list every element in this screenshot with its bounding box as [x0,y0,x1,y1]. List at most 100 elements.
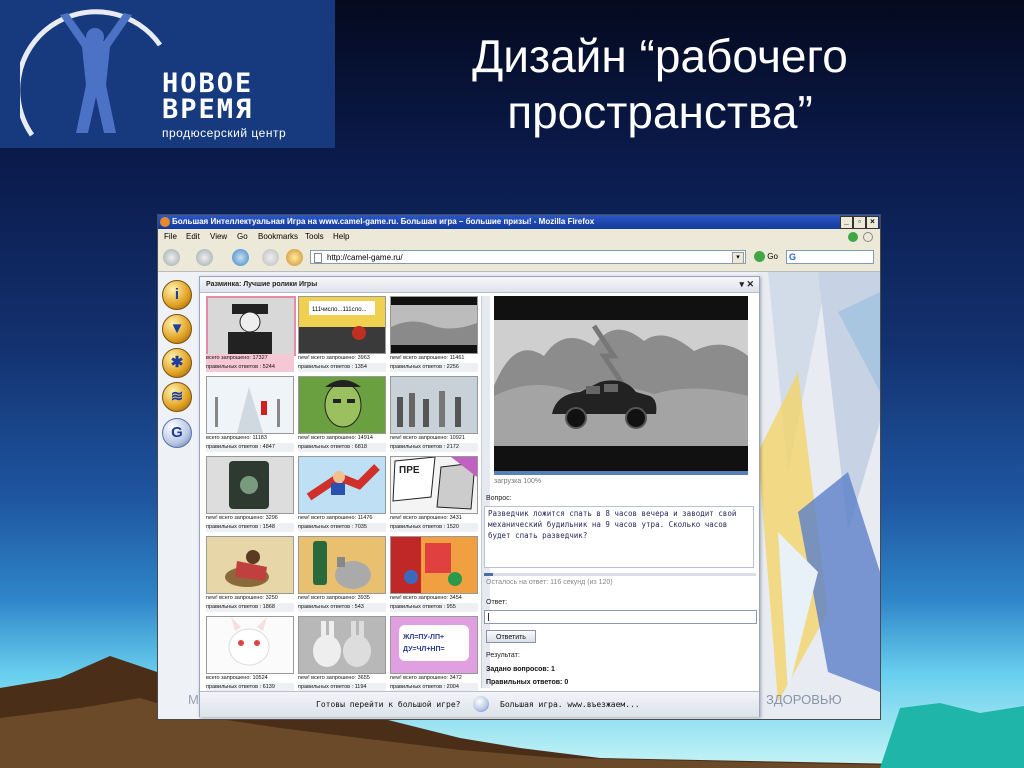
video-cell[interactable]: всего запрошено: 10524 правильных ответо… [206,616,294,694]
video-cell[interactable]: new! всего запрошено: 10921 правильных о… [390,376,478,454]
menu-view[interactable]: View [210,230,227,244]
correct-answers: правильных ответов : 1548 [206,523,294,532]
logo-subtitle: продюсерский центр [162,126,287,140]
video-cell[interactable]: new! всего запрошено: 11476 правильных о… [298,456,386,534]
timer-text: Осталось на ответ: 116 секунд (из 120) [486,579,613,586]
total-requested: new! всего запрошено: 14914 [298,435,373,441]
runner-icon[interactable]: ✱ [162,348,192,378]
video-cell[interactable]: всего запрошено: 11183 правильных ответо… [206,376,294,454]
video-cell[interactable]: ПРЕ new! всего запрошено: 3431 правильны… [390,456,478,534]
gift-icon[interactable]: ≋ [162,382,192,412]
menu-file[interactable]: File [164,230,177,244]
loading-status: загрузка 100% [494,478,542,485]
total-requested: new! всего запрошено: 3472 [390,675,462,681]
forward-icon[interactable] [196,249,213,266]
panel-title: Разминка: Лучшие ролики Игры [206,281,318,288]
video-cell[interactable]: new! всего запрошено: 3454 правильных от… [390,536,478,614]
total-requested: new! всего запрошено: 3655 [298,675,370,681]
page-icon [314,253,322,263]
answer-input[interactable] [484,610,757,624]
video-thumbnail [206,536,294,594]
panel-controls[interactable]: ▾ ✕ [739,277,754,292]
menubar: File Edit View Go Bookmarks Tools Help [158,230,880,244]
person-raising-arms-icon [20,9,163,137]
url-field[interactable]: http://camel-game.ru/ ▾ [310,250,746,264]
url-dropdown-icon[interactable]: ▾ [732,252,744,264]
big-game-link[interactable]: Большая игра. www.въезжаем... [500,692,640,717]
video-cell[interactable]: new! всего запрошено: 11461 правильных о… [390,296,478,374]
correct-answers: правильных ответов : 1868 [206,603,294,612]
menu-bookmarks[interactable]: Bookmarks [258,230,298,244]
menu-go[interactable]: Go [237,230,248,244]
video-player[interactable] [494,296,748,471]
search-field[interactable]: G [786,250,874,264]
video-thumbnail [298,616,386,674]
reload-icon[interactable] [232,249,249,266]
thumbnail-caption: ДУ=ЧЛ+НП= [403,646,445,653]
total-requested: new! всего запрошено: 3250 [206,595,278,601]
video-cell[interactable]: new! всего запрошено: 3296 правильных от… [206,456,294,534]
correct-answers: правильных ответов : 543 [298,603,386,612]
background-left-letter: М [188,692,199,707]
video-thumbnail [206,296,296,356]
thumbnail-caption: ЖЛ=ПУ-ЛП+ [402,634,444,641]
video-cell[interactable]: new! всего запрошено: 3655 правильных от… [298,616,386,694]
page-content: О ЗДОРОВЬЮ М i ▼ ✱ ≋ G Разминка: Лучшие … [158,272,880,719]
correct-answers: правильных ответов : 2172 [390,443,478,452]
window-title: Большая Интеллектуальная Игра на www.cam… [172,217,595,226]
video-thumbnail [390,376,478,434]
correct-answers: правильных ответов : 6818 [298,443,386,452]
video-cell[interactable]: new! всего запрошено: 3250 правильных от… [206,536,294,614]
total-requested: new! всего запрошено: 10921 [390,435,465,441]
video-cell[interactable]: всего запрошено: 17327 правильных ответо… [206,296,296,374]
back-icon[interactable] [163,249,180,266]
home-icon[interactable] [286,249,303,266]
submit-answer-button[interactable]: Ответить [486,630,536,643]
minimize-button[interactable]: _ [840,216,853,229]
timer-bar [484,573,756,576]
shield-icon[interactable]: ▼ [162,314,192,344]
maximize-button[interactable]: ▫ [853,216,866,229]
url-text: http://camel-game.ru/ [327,253,403,262]
video-cell[interactable]: new! всего запрошено: 14914 правильных о… [298,376,386,454]
thumbnail-caption: 111число...111сло... [312,307,367,313]
bottom-bar: Готовы перейти к большой игре? Большая и… [200,691,759,717]
video-cell[interactable]: ЖЛ=ПУ-ЛП+ ДУ=ЧЛ+НП= new! всего запрошено:… [390,616,478,694]
video-thumbnail [390,536,478,594]
correct-answers: правильных ответов : 1520 [390,523,478,532]
question-text: Разведчик ложится спать в 8 часов вечера… [484,506,754,568]
background-health-text: ЗДОРОВЬЮ [766,692,842,707]
video-thumbnail: ЖЛ=ПУ-ЛП+ ДУ=ЧЛ+НП= [390,616,478,674]
video-cell[interactable]: 111число...111сло... new! всего запрошен… [298,296,386,374]
go-button[interactable]: Go [754,250,778,264]
correct-answers: правильных ответов : 5244 [206,363,294,372]
total-requested: new! всего запрошено: 11461 [390,355,465,361]
menu-edit[interactable]: Edit [186,230,200,244]
correct-answers-total: Правильных ответов: 0 [486,679,569,686]
game-logo-icon[interactable]: G [162,418,192,448]
correct-answers: правильных ответов : 1354 [298,363,386,372]
total-requested: new! всего запрошено: 3935 [298,595,370,601]
video-cell[interactable]: new! всего запрошено: 3935 правильных от… [298,536,386,614]
slide-title-line-1: Дизайн “рабочего [472,30,848,82]
video-thumbnail [390,296,478,354]
close-button[interactable]: × [866,216,879,229]
result-label: Результат: [486,652,520,659]
total-requested: всего запрошено: 10524 [206,675,268,681]
thumbnail-caption: ПРЕ [399,465,420,476]
menu-help[interactable]: Help [333,230,349,244]
total-requested: new! всего запрошено: 3454 [390,595,462,601]
video-thumbnail [298,536,386,594]
logo: НОВОЕ ВРЕМЯ продюсерский центр [0,0,335,148]
video-thumbnail [206,376,294,434]
video-thumbnail [298,376,386,434]
total-requested: new! всего запрошено: 3431 [390,515,462,521]
stop-icon[interactable] [262,249,279,266]
text-caret [488,613,489,621]
info-icon[interactable]: i [162,280,192,310]
google-search-icon: G [789,252,797,262]
menu-tools[interactable]: Tools [305,230,324,244]
big-game-icon[interactable] [473,696,489,712]
go-arrow-icon [754,251,765,263]
correct-answers: правильных ответов : 7035 [298,523,386,532]
